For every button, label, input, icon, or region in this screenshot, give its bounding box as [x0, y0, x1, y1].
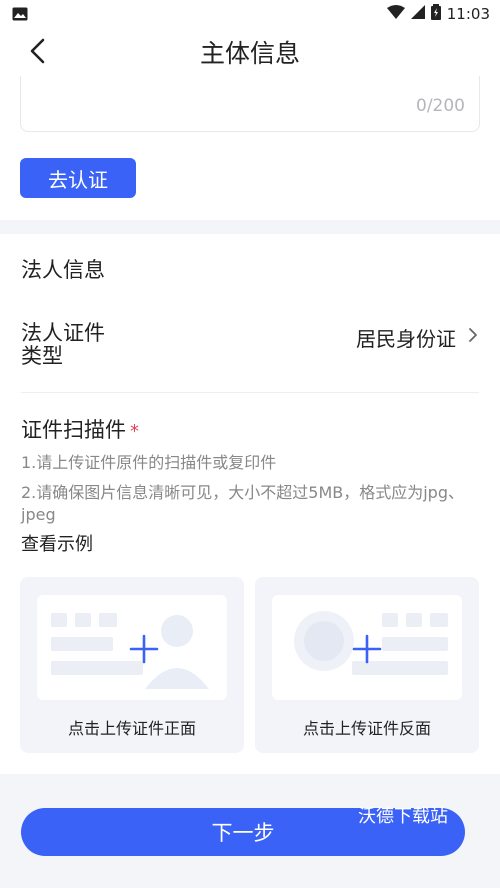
id-type-label: 法人证件类型 — [21, 321, 105, 368]
upload-note-2: 2.请确保图片信息清晰可见，大小不超过5MB，格式应为jpg、jpeg — [21, 483, 464, 524]
id-type-row[interactable]: 法人证件类型 居民身份证 — [0, 312, 500, 392]
upload-id-front[interactable]: 点击上传证件正面 — [20, 577, 244, 753]
upload-back-label: 点击上传证件反面 — [302, 719, 431, 738]
id-front-illustration — [51, 613, 209, 689]
divider — [21, 392, 479, 393]
signal-icon — [410, 5, 425, 23]
id-type-value: 居民身份证 — [356, 327, 456, 351]
description-textarea[interactable]: 0/200 — [20, 76, 480, 132]
battery-icon — [430, 4, 441, 24]
upload-note-1: 1.请上传证件原件的扫描件或复印件 — [21, 453, 277, 472]
status-time: 11:03 — [446, 5, 490, 23]
watermark: 沃德下载站 — [358, 806, 448, 827]
status-bar: 11:03 — [0, 0, 500, 26]
upload-id-back[interactable]: 点击上传证件反面 — [255, 577, 479, 753]
view-example-link[interactable]: 查看示例 — [21, 530, 93, 556]
upload-front-label: 点击上传证件正面 — [67, 719, 196, 738]
nav-bar: 主体信息 — [0, 26, 500, 76]
verify-button[interactable]: 去认证 — [20, 158, 136, 198]
subject-info-section: 0/200 去认证 — [0, 76, 500, 220]
wifi-icon — [386, 5, 405, 23]
image-notification-icon — [12, 6, 28, 25]
id-back-illustration — [294, 611, 448, 675]
id-front-placeholder — [37, 595, 227, 700]
legal-person-section: 法人信息 法人证件类型 居民身份证 证件扫描件 * 1.请上传证件原件的扫描件或复… — [0, 234, 500, 774]
chevron-right-icon — [466, 327, 480, 343]
required-mark: * — [130, 421, 139, 442]
char-counter: 0/200 — [416, 96, 465, 116]
bottom-bar: 下一步 沃德下载站 — [0, 774, 500, 888]
scan-title: 证件扫描件 * — [21, 414, 139, 444]
page-title: 主体信息 — [199, 39, 300, 68]
scan-title-text: 证件扫描件 — [21, 418, 126, 442]
section-title: 法人信息 — [21, 258, 105, 282]
id-back-placeholder — [272, 595, 462, 700]
